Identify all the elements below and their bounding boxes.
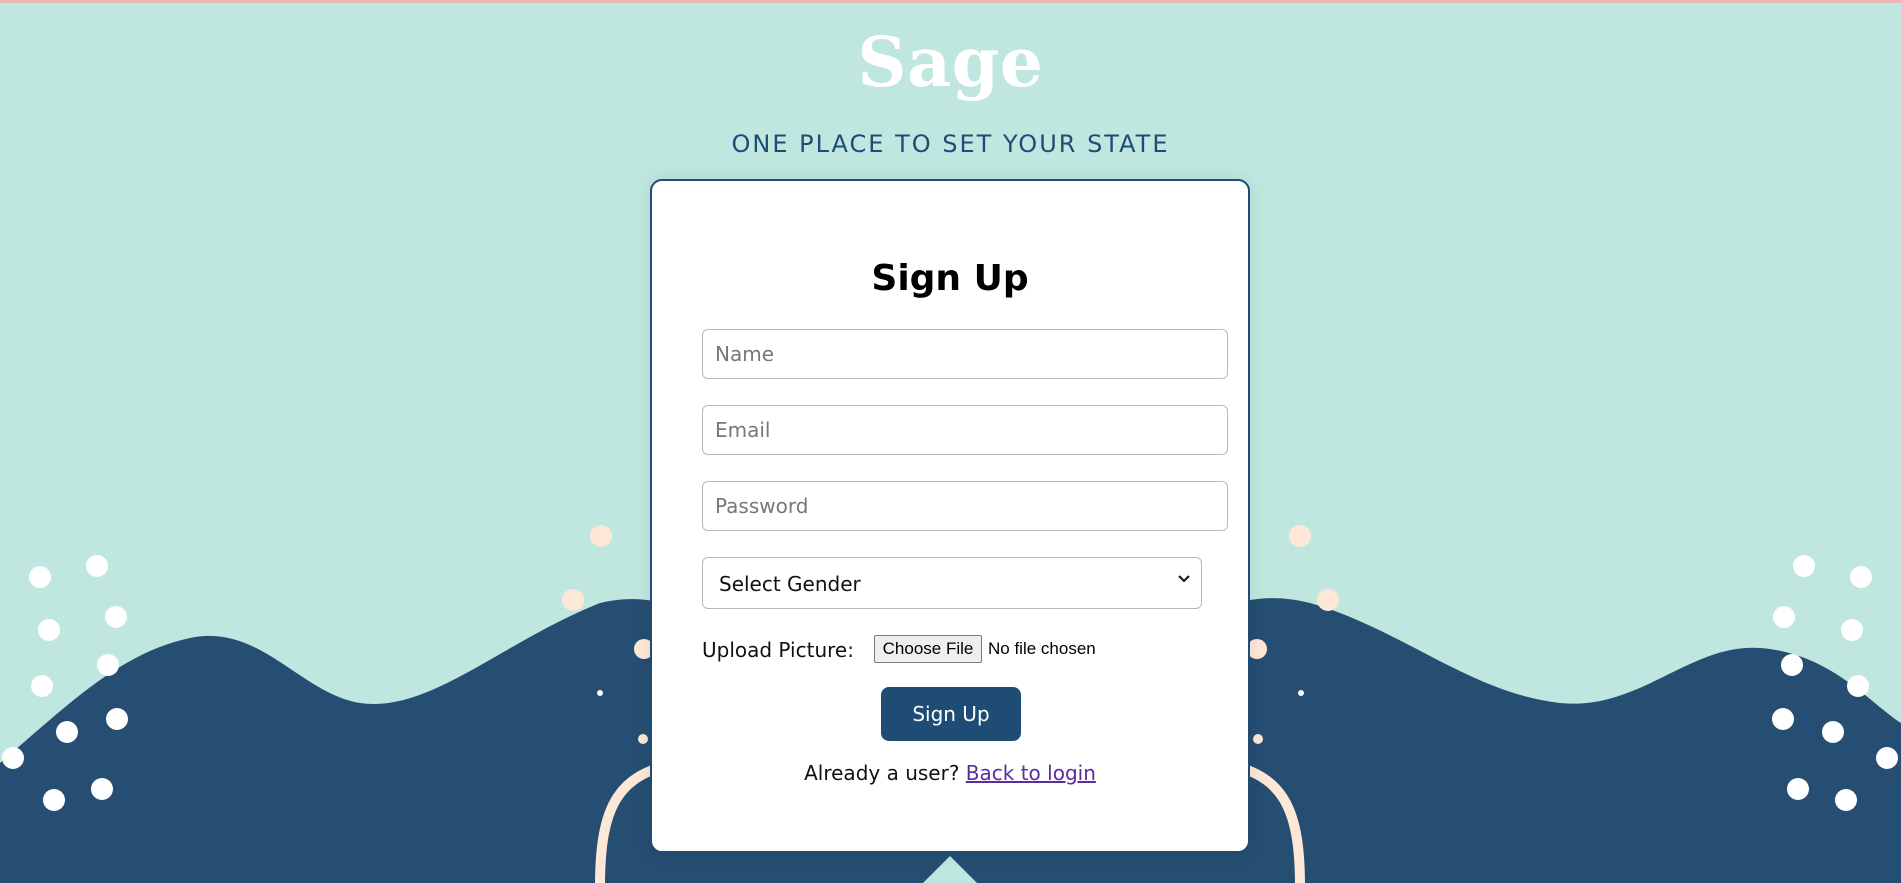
upload-picture-label: Upload Picture: xyxy=(702,638,854,662)
chevron-down-icon xyxy=(1178,575,1190,583)
already-user-text: Already a user? xyxy=(804,761,960,785)
name-field[interactable] xyxy=(702,329,1228,379)
signup-title: Sign Up xyxy=(871,258,1029,299)
brand-logo: Sage xyxy=(857,23,1044,103)
signup-card: Sign Up Select Gender Upload Picture: Ch… xyxy=(650,179,1250,853)
choose-file-button[interactable]: Choose File xyxy=(874,635,982,663)
login-prompt: Already a user? Back to login xyxy=(652,761,1248,785)
gender-select[interactable]: Select Gender xyxy=(702,557,1202,609)
brand-tagline: ONE PLACE TO SET YOUR STATE xyxy=(731,130,1170,158)
gender-select-value: Select Gender xyxy=(719,572,861,596)
file-status-text: No file chosen xyxy=(988,639,1096,658)
upload-picture-row: Upload Picture: Choose File No file chos… xyxy=(702,635,1228,665)
email-field[interactable] xyxy=(702,405,1228,455)
back-to-login-link[interactable]: Back to login xyxy=(966,761,1096,785)
password-field[interactable] xyxy=(702,481,1228,531)
signup-submit-button[interactable]: Sign Up xyxy=(881,687,1021,741)
